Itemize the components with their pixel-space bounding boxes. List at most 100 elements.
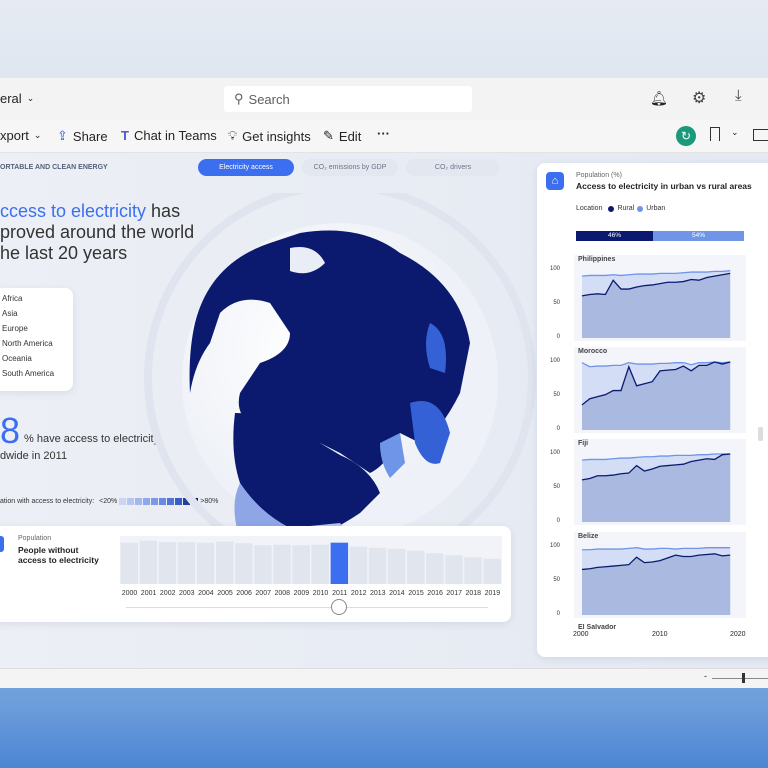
scrollbar[interactable]: [758, 427, 763, 441]
bar-year-label: 2012: [351, 590, 367, 597]
bell-icon[interactable]: 🔔︎: [650, 90, 668, 107]
year-slider-track[interactable]: [126, 607, 488, 608]
bar-2015[interactable]: [407, 550, 425, 584]
region-item[interactable]: Oceania: [2, 354, 73, 369]
lightbulb-icon: 💡︎: [228, 128, 238, 143]
home-icon: ⌂: [546, 172, 564, 190]
bar-year-label: 2019: [485, 590, 501, 597]
bar-2005[interactable]: [216, 541, 234, 584]
headline-highlight: ccess to electricity: [0, 201, 147, 221]
x-tick-2000: 2000: [573, 631, 589, 638]
workspace-selector[interactable]: eral ⌄: [0, 91, 34, 106]
population-icon: [0, 536, 4, 552]
legend-urban[interactable]: Urban: [646, 205, 665, 212]
region-item[interactable]: Europe: [2, 324, 73, 339]
country-label: Belize: [578, 533, 599, 540]
bar-2001[interactable]: [139, 540, 158, 584]
country-label: Philippines: [578, 256, 616, 263]
bar-2018[interactable]: [464, 557, 482, 584]
bar-2004[interactable]: [196, 542, 215, 584]
share-button[interactable]: ⇪ Share: [57, 128, 108, 144]
tab-co2-drivers[interactable]: CO₂ drivers: [406, 159, 500, 176]
zoom-slider-handle[interactable]: [742, 673, 745, 683]
chevron-down-icon: ⌄: [33, 130, 42, 140]
bar-2009[interactable]: [292, 545, 310, 584]
edit-button[interactable]: ✎ Edit: [323, 128, 361, 144]
bar-2017[interactable]: [445, 555, 463, 584]
y-tick: 100: [549, 358, 560, 364]
tab-co2-emissions[interactable]: CO₂ emissions by GDP: [302, 159, 398, 176]
bar-year-label: 2003: [179, 590, 195, 597]
legend-swatch: [127, 498, 135, 505]
more-options-button[interactable]: ···: [377, 126, 390, 141]
bar-2019[interactable]: [483, 558, 501, 584]
y-tick: 0: [556, 426, 560, 432]
y-tick: 50: [553, 300, 560, 306]
insights-label: Get insights: [242, 128, 311, 144]
teams-icon: T: [121, 128, 129, 143]
y-tick: 50: [553, 577, 560, 583]
region-item[interactable]: Africa: [2, 294, 73, 309]
legend-rural[interactable]: Rural: [617, 205, 634, 212]
export-button[interactable]: xport ⌄: [0, 128, 41, 143]
stat-text: % have access to electricity: [24, 433, 160, 445]
download-icon[interactable]: ⤓: [735, 87, 742, 104]
bar-year-label: 2011: [332, 590, 347, 597]
map-legend-low: <20%: [99, 498, 118, 505]
chat-in-teams-button[interactable]: T Chat in Teams: [121, 128, 217, 143]
view-icon[interactable]: [753, 129, 768, 141]
y-tick: 0: [556, 334, 560, 340]
bar-2008[interactable]: [273, 544, 291, 584]
bar-2012[interactable]: [349, 546, 368, 584]
pencil-icon: ✎: [323, 128, 334, 143]
small-multiple-panel: [574, 532, 746, 618]
urban-dot-icon: [637, 205, 644, 212]
bar-2000[interactable]: [120, 542, 139, 584]
bookmark-icon[interactable]: [710, 127, 720, 141]
share-icon: ⇪: [57, 128, 68, 143]
bar-year-label: 2018: [466, 590, 482, 597]
search-placeholder: Search: [248, 91, 290, 107]
status-bar: -: [0, 668, 768, 688]
y-tick: 100: [549, 266, 560, 272]
urban-share-bar[interactable]: 54%: [653, 231, 744, 241]
bar-2003[interactable]: [177, 542, 196, 584]
bar-year-label: 2016: [427, 590, 443, 597]
rural-share-bar[interactable]: 46%: [576, 231, 653, 241]
region-item[interactable]: North America: [2, 339, 73, 354]
bar-2007[interactable]: [254, 545, 272, 584]
get-insights-button[interactable]: 💡︎ Get insights: [228, 128, 311, 144]
rural-dot-icon: [608, 205, 615, 212]
bar-year-label: 2005: [217, 590, 233, 597]
y-tick: 0: [556, 518, 560, 524]
bar-year-label: 2006: [236, 590, 252, 597]
refresh-icon[interactable]: ↻: [676, 126, 696, 146]
bar-2013[interactable]: [368, 547, 387, 584]
bar-year-label: 2001: [141, 590, 157, 597]
bar-2011[interactable]: [330, 542, 349, 584]
map-legend-label: ation with access to electricity:: [0, 498, 95, 505]
bar-2006[interactable]: [235, 543, 253, 584]
bar-2016[interactable]: [426, 553, 444, 584]
top-bar: eral ⌄ ⚲ Search 🔔︎ ⚙ ⤓: [0, 78, 768, 120]
bar-2010[interactable]: [311, 544, 330, 584]
tab-electricity-access[interactable]: Electricity access: [198, 159, 294, 176]
gear-icon[interactable]: ⚙: [692, 88, 706, 108]
country-label: Fiji: [578, 440, 589, 447]
population-bar-chart[interactable]: 2000 2001 2002 2003 2004 2005 2006 2007 2008 2009…: [120, 536, 502, 606]
region-item[interactable]: South America: [2, 369, 73, 384]
bar-year-label: 2013: [370, 590, 386, 597]
export-label: xport: [0, 128, 29, 143]
bar-2014[interactable]: [387, 548, 406, 584]
region-item[interactable]: Asia: [2, 309, 73, 324]
zoom-slider[interactable]: [712, 678, 768, 679]
zoom-out-button[interactable]: -: [704, 671, 707, 681]
location-legend: Location Rural Urban: [576, 205, 665, 212]
bar-year-label: 2015: [408, 590, 424, 597]
search-input[interactable]: ⚲ Search: [224, 86, 472, 112]
bar-2002[interactable]: [158, 542, 177, 584]
chevron-down-icon[interactable]: ⌄: [731, 127, 739, 138]
year-slider-handle[interactable]: [331, 599, 347, 615]
region-slicer: Africa Asia Europe North America Oceania Sout…: [0, 288, 73, 391]
x-tick-2020: 2020: [730, 631, 746, 638]
